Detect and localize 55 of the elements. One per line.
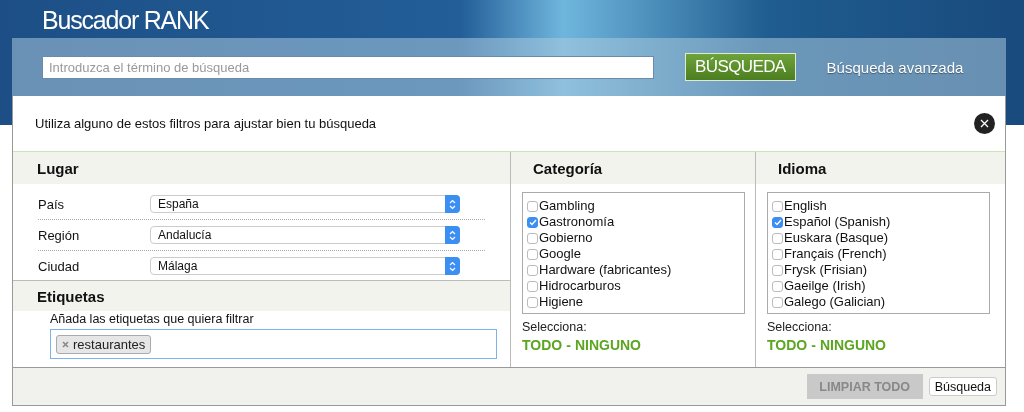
- site-title: Buscador RANK: [42, 5, 209, 35]
- intro-text: Utiliza alguno de estos filtros para ajustar bien tu búsqueda: [35, 116, 377, 131]
- checkbox[interactable]: [772, 216, 783, 228]
- checkbox-label[interactable]: Español (Spanish): [784, 214, 891, 230]
- checkbox[interactable]: [527, 296, 538, 308]
- field-label: País: [38, 196, 65, 212]
- checkbox-label[interactable]: Gambling: [539, 198, 595, 214]
- checkbox-label[interactable]: Hardware (fabricantes): [539, 262, 672, 278]
- checkbox[interactable]: [772, 280, 783, 292]
- checkbox[interactable]: [527, 216, 538, 228]
- checkbox-label[interactable]: Euskara (Basque): [784, 230, 889, 246]
- section-heading: Idioma: [756, 152, 1005, 184]
- checkbox-label[interactable]: English: [784, 198, 827, 214]
- hint-text: Añada las etiquetas que quiera filtrar: [50, 312, 255, 326]
- checkbox-label[interactable]: Frysk (Frisian): [784, 262, 868, 278]
- link-separator: -: [811, 337, 816, 353]
- remove-icon[interactable]: [62, 340, 69, 348]
- checkbox[interactable]: [772, 264, 783, 276]
- select-label: Selecciona:: [767, 320, 833, 334]
- stepper-icon: [445, 226, 460, 244]
- select-label: Selecciona:: [522, 320, 588, 334]
- dropdown[interactable]: Andalucía: [150, 226, 460, 244]
- checkbox-label[interactable]: Galego (Galician): [784, 294, 886, 310]
- search-button[interactable]: Búsqueda: [928, 377, 997, 396]
- checkbox-label[interactable]: Français (French): [784, 246, 887, 262]
- tags-field[interactable]: restaurantes: [50, 329, 497, 359]
- checkbox[interactable]: [527, 200, 538, 212]
- checkbox[interactable]: [772, 200, 783, 212]
- checkbox[interactable]: [527, 232, 538, 244]
- dropdown[interactable]: España: [150, 195, 460, 213]
- link-separator: -: [566, 337, 571, 353]
- close-icon[interactable]: [974, 113, 995, 134]
- field-label: Ciudad: [38, 258, 81, 274]
- dropdown[interactable]: Málaga: [150, 257, 460, 275]
- stepper-icon: [445, 195, 460, 213]
- checkbox-label[interactable]: Hidrocarburos: [539, 278, 621, 294]
- checkbox-label[interactable]: Higiene: [539, 294, 584, 310]
- checkbox[interactable]: [772, 232, 783, 244]
- checkbox[interactable]: [527, 248, 538, 260]
- section-heading: Lugar: [13, 152, 510, 184]
- checkbox[interactable]: [527, 264, 538, 276]
- tag-chip: restaurantes: [56, 334, 152, 354]
- section-heading: Categoría: [511, 152, 755, 184]
- checkbox-label[interactable]: Gastronomía: [539, 214, 615, 230]
- checkbox-label[interactable]: Google: [539, 246, 581, 262]
- field-label: Región: [38, 227, 81, 243]
- stepper-icon: [445, 257, 460, 275]
- search-field[interactable]: Introduzca el término de búsqueda: [42, 55, 654, 79]
- search-button[interactable]: BÚSQUEDA: [685, 53, 796, 81]
- checkbox[interactable]: [772, 248, 783, 260]
- checkbox-label[interactable]: Gobierno: [539, 230, 593, 246]
- checkbox[interactable]: [772, 296, 783, 308]
- checkbox-label[interactable]: Gaeilge (Irish): [784, 278, 866, 294]
- checkbox[interactable]: [527, 280, 538, 292]
- section-heading: Etiquetas: [13, 281, 510, 311]
